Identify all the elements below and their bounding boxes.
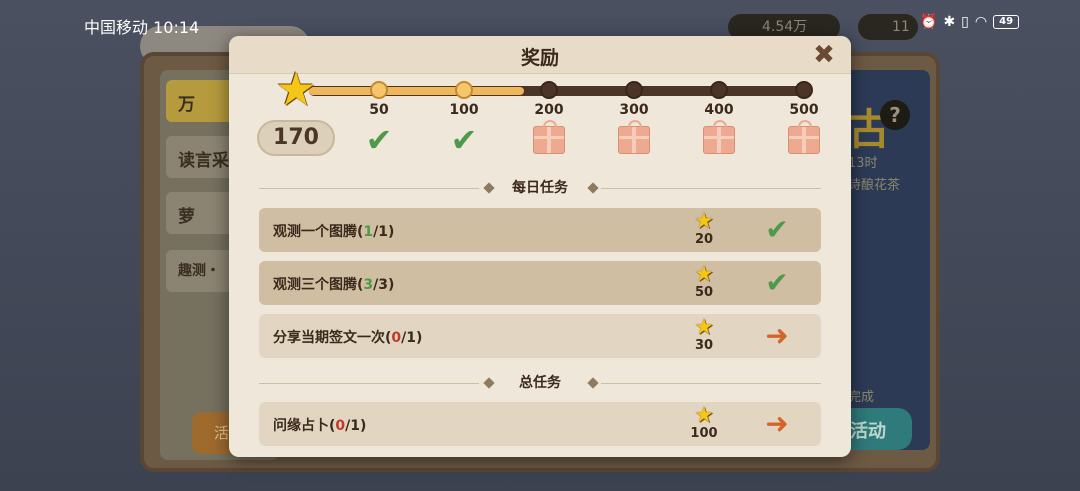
go-arrow-icon[interactable]: ➜ (757, 320, 797, 352)
star-icon: ★ (694, 315, 714, 340)
milestone-reward-chest[interactable] (701, 120, 737, 156)
bg-right-text: 完成 (848, 390, 875, 405)
task-progress: 0 (335, 418, 346, 434)
star-icon: ★ (694, 403, 714, 428)
milestone-reward-claimed: ✔ (446, 124, 482, 156)
star-icon: ★ (694, 262, 714, 287)
star-icon: ★ (694, 209, 714, 234)
task-total: /1) (345, 418, 367, 434)
task-label: 分享当期签文一次(0/1) (273, 327, 422, 347)
task-label: 观测一个图腾(1/1) (273, 221, 394, 241)
milestone-label: 500 (789, 102, 819, 118)
status-icons: ⏰ ✱ ▯ ◠ 49 (920, 14, 1020, 30)
task-total: /1) (373, 224, 395, 240)
modal-title: 奖励 (520, 47, 559, 69)
alarm-icon: ⏰ (920, 14, 938, 30)
gift-icon (703, 120, 735, 154)
wifi-icon: ◠ (974, 14, 988, 30)
milestone-reward-chest[interactable] (786, 120, 822, 156)
task-points: 50 (694, 285, 714, 300)
task-name: 分享当期签文一次( (273, 330, 392, 346)
milestone-node (370, 81, 388, 99)
task-row: 分享当期签文一次(0/1) ★ 30 ➜ (259, 314, 821, 358)
task-name: 观测一个图腾( (273, 224, 364, 240)
vibrate-icon: ▯ (961, 14, 969, 30)
milestone-node (625, 81, 643, 99)
gift-icon (618, 120, 650, 154)
task-label: 观测三个图腾(3/3) (273, 274, 394, 294)
task-points: 20 (694, 232, 714, 247)
status-bar: 中国移动 10:14 ⏰ ✱ ▯ ◠ 49 (0, 0, 1080, 37)
task-name: 问缘占卜( (273, 418, 336, 434)
clock: 10:14 (153, 18, 200, 37)
close-icon[interactable]: ✖ (812, 42, 836, 68)
reward-modal: 奖励 ✖ 50 100 200 300 400 500 ★ 170 ✔ ✔ 每日任务 观测一… (229, 36, 851, 457)
task-row: 观测一个图腾(1/1) ★ 20 ✔ (259, 208, 821, 252)
milestone-reward-chest[interactable] (616, 120, 652, 156)
milestone-node (710, 81, 728, 99)
gift-icon (533, 120, 565, 154)
milestone-label: 200 (534, 102, 564, 118)
check-icon: ✔ (765, 266, 789, 299)
milestone-node (455, 81, 473, 99)
milestone-node (540, 81, 558, 99)
task-points: 30 (694, 338, 714, 353)
divider-line (601, 383, 821, 384)
star-icon: ★ (275, 62, 317, 116)
status-carrier-time: 中国移动 10:14 (84, 14, 199, 38)
milestone-label: 300 (619, 102, 649, 118)
task-total: /3) (373, 277, 395, 293)
milestone-label: 50 (369, 102, 389, 118)
check-icon: ✔ (450, 121, 478, 159)
progress-fill (309, 87, 524, 95)
go-arrow-icon[interactable]: ➜ (757, 408, 797, 440)
carrier-label: 中国移动 (84, 18, 149, 37)
task-label: 问缘占卜(0/1) (273, 415, 366, 435)
task-points: 100 (690, 426, 718, 441)
help-icon: ? (880, 100, 910, 130)
daily-section-divider: 每日任务 (259, 179, 821, 199)
task-progress: 1 (363, 224, 374, 240)
task-progress: 0 (391, 330, 402, 346)
task-name: 观测三个图腾( (273, 277, 364, 293)
bg-right-text: 诗酿花茶 (848, 178, 901, 193)
score-badge: 170 (257, 120, 335, 156)
milestone-node (795, 81, 813, 99)
bg-left-button: 活 (192, 412, 232, 454)
task-row: 问缘占卜(0/1) ★ 100 ➜ (259, 402, 821, 446)
modal-header: 奖励 ✖ (229, 36, 851, 74)
total-section-divider: 总任务 (259, 374, 821, 394)
milestone-reward-chest[interactable] (531, 120, 567, 156)
check-icon: ✔ (365, 121, 393, 159)
bg-right-text: 13时 (848, 156, 878, 171)
task-progress: 3 (363, 277, 374, 293)
bluetooth-icon: ✱ (943, 14, 956, 30)
battery-icon: 49 (993, 15, 1020, 29)
milestone-label: 100 (449, 102, 479, 118)
milestone-reward-claimed: ✔ (361, 124, 397, 156)
milestone-label: 400 (704, 102, 734, 118)
gift-icon (788, 120, 820, 154)
check-icon: ✔ (765, 213, 789, 246)
divider-line (601, 188, 821, 189)
task-total: /1) (401, 330, 423, 346)
task-row: 观测三个图腾(3/3) ★ 50 ✔ (259, 261, 821, 305)
